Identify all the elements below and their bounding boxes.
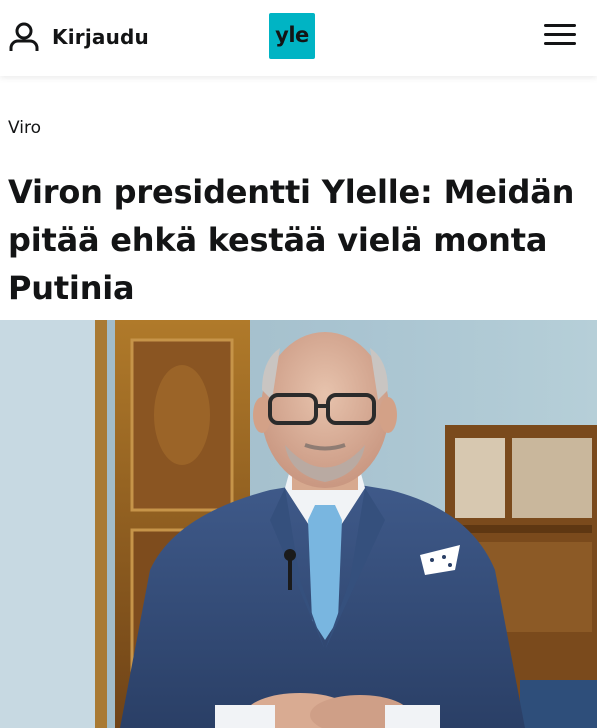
- category-link[interactable]: Viro: [8, 118, 41, 138]
- login-label: Kirjaudu: [52, 25, 149, 49]
- article-photo: [0, 320, 597, 728]
- top-navigation-bar: Kirjaudu yle: [0, 0, 597, 76]
- login-button[interactable]: Kirjaudu: [8, 20, 149, 54]
- yle-logo[interactable]: yle: [269, 13, 315, 59]
- logo-text: yle: [275, 22, 309, 47]
- user-icon: [8, 21, 40, 53]
- hamburger-menu-icon[interactable]: [544, 24, 576, 50]
- article-headline: Viron presidentti Ylelle: Meidän pitää e…: [8, 173, 575, 307]
